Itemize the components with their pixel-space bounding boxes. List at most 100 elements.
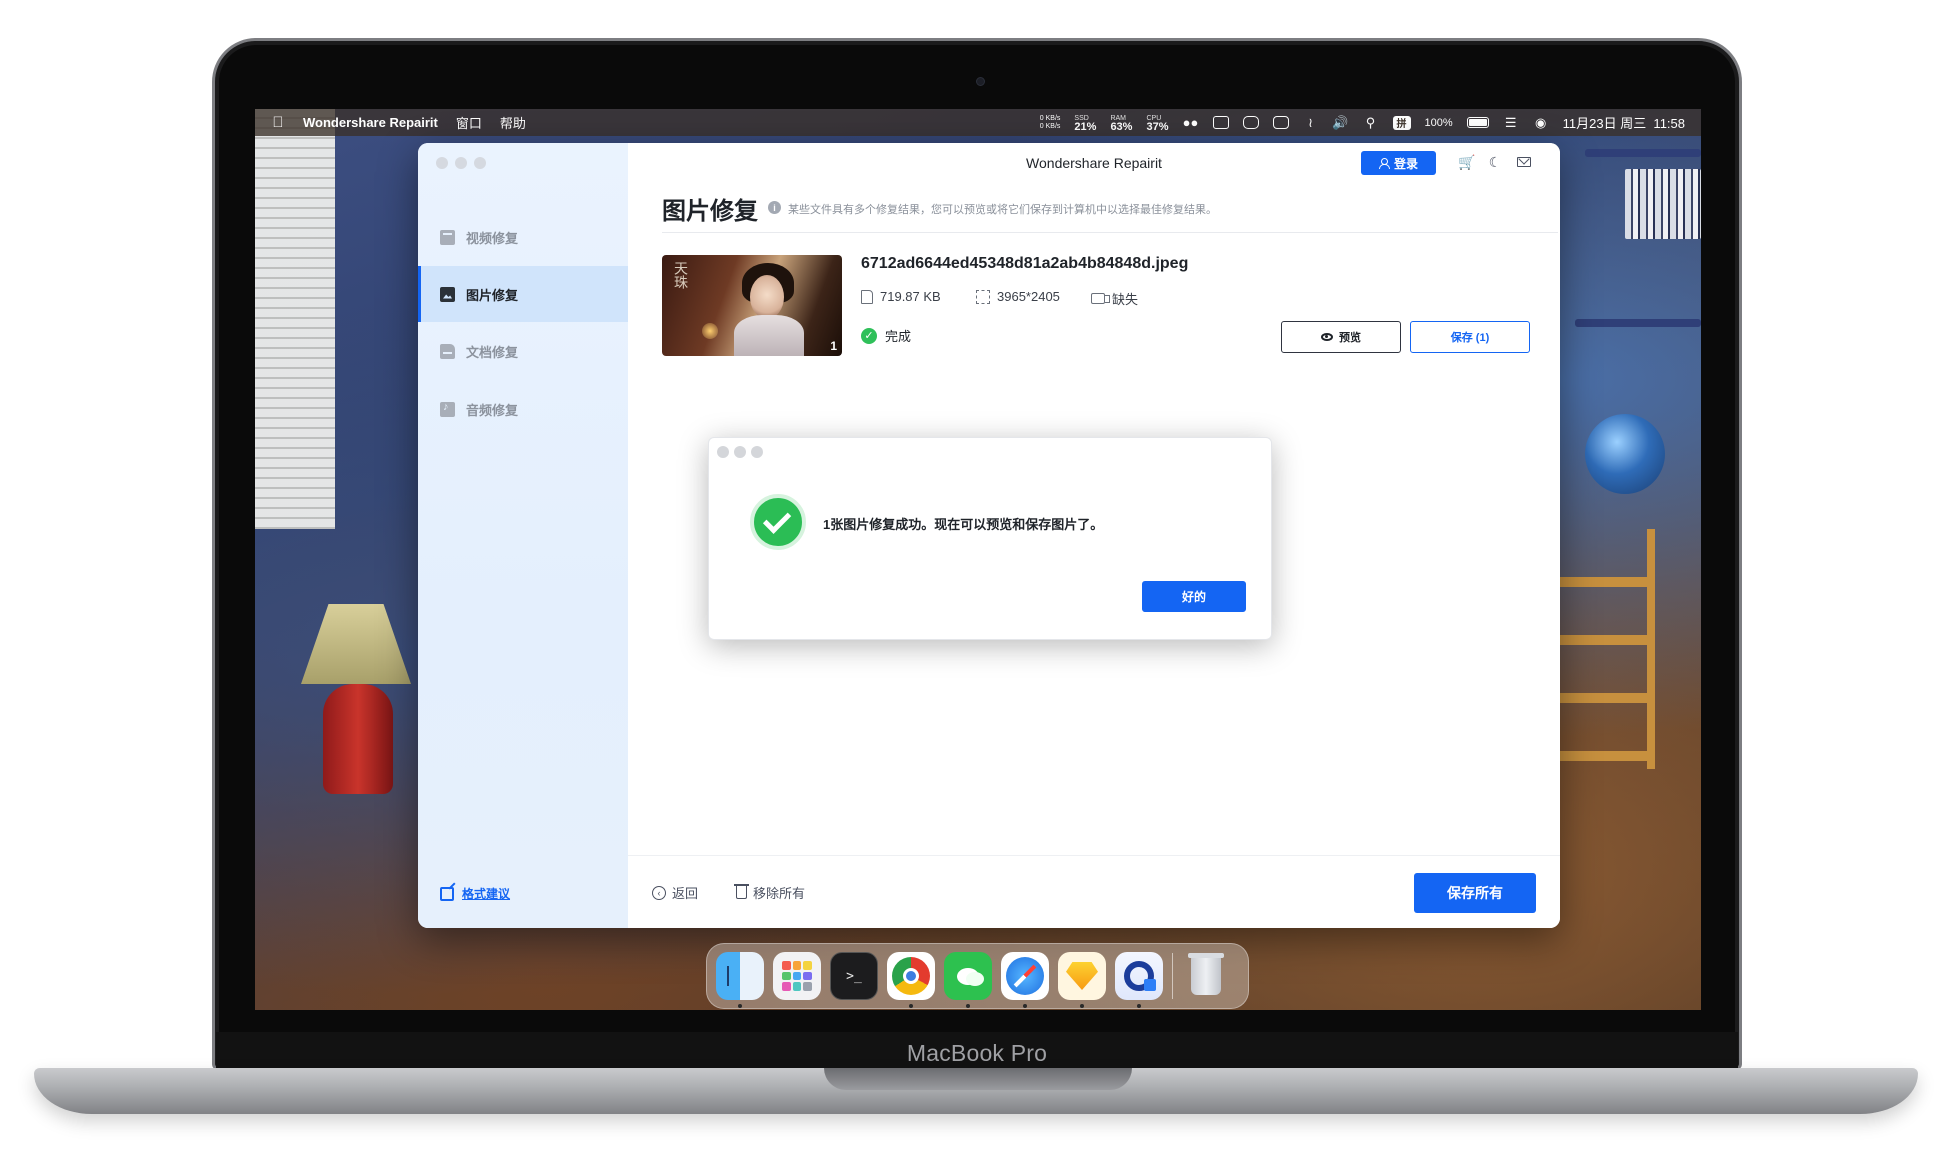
apple-menu-icon[interactable]:  [271,114,285,131]
mail-icon[interactable] [1515,153,1533,171]
volume-icon[interactable]: 🔊 [1332,115,1348,130]
clipboard-icon[interactable] [1242,116,1259,130]
menu-app-name[interactable]: Wondershare Repairit [303,115,438,130]
battery-icon[interactable] [1466,117,1489,128]
launchpad-icon[interactable] [773,952,821,1000]
network-speed[interactable]: 0 KB/s 0 KB/s [1040,115,1061,131]
control-center-icon[interactable]: ☰ [1503,115,1519,130]
footer-divider [628,855,1560,856]
spotlight-search-icon[interactable]: ⚲ [1363,115,1379,130]
wallpaper-ladder [1545,529,1655,769]
user-icon [1378,157,1390,169]
login-button[interactable]: 登录 [1361,151,1436,175]
thumbnail-art [734,315,804,356]
sketch-icon[interactable] [1058,952,1106,1008]
title-divider [662,232,1558,233]
ssd-stat[interactable]: SSD 21% [1074,114,1097,133]
wallpaper-lamp-shade [301,604,411,684]
laptop-chin: MacBook Pro [216,1032,1738,1070]
back-arrow-icon: ‹ [652,885,666,900]
eye-icon [1321,333,1333,341]
check-circle-icon: ✓ [861,327,877,344]
video-repair-icon [440,229,455,245]
save-all-button[interactable]: 保存所有 [1414,873,1536,913]
file-result-card: 天珠 1 6712ad6644ed45348d81a2ab4b84848d.jp… [662,255,1532,365]
net-down: 0 KB/s [1039,122,1061,130]
input-method-icon[interactable]: 拼 [1392,115,1411,130]
cpu-value: 37% [1146,120,1169,133]
save-file-button[interactable]: 保存 (1) [1410,321,1530,353]
ram-value: 63% [1110,120,1133,133]
success-dialog: 1张图片修复成功。现在可以预览和保存图片了。 好的 [708,437,1272,640]
format-suggestion-label: 格式建议 [462,887,511,901]
minimize-window-button[interactable] [455,157,467,169]
trash-icon[interactable] [1182,952,1230,1000]
wechat-icon[interactable] [944,952,992,1008]
preview-button[interactable]: 预览 [1281,321,1401,353]
wechat-menubar-icon[interactable]: ●● [1183,115,1199,130]
success-check-icon [750,494,806,550]
dialog-zoom-button[interactable] [751,446,763,458]
ssd-value: 21% [1074,120,1097,133]
menu-help[interactable]: 帮助 [500,113,526,132]
format-suggestion-link[interactable]: 格式建议 [440,885,510,902]
cpu-label: CPU [1146,114,1162,122]
thumbnail-art [702,323,718,339]
file-name: 6712ad6644ed45348d81a2ab4b84848d.jpeg [861,255,1189,272]
battery-percent[interactable]: 100% [1425,117,1453,129]
device-label: MacBook Pro [906,1040,1048,1066]
chrome-icon[interactable] [887,952,935,1008]
wallpaper-window-blind [255,109,335,529]
dock: >_ [706,943,1249,1009]
info-icon: i [768,201,781,214]
menu-bar:  Wondershare Repairit 窗口 帮助 0 KB/s 0 KB… [255,109,1701,136]
sidebar-item-image-repair[interactable]: 图片修复 [418,266,628,322]
wallpaper-lamp-body [323,684,393,794]
thumbnail-art [750,275,784,319]
cart-icon[interactable]: 🛒 [1458,153,1476,171]
document-repair-icon [440,343,455,359]
screen-mirror-icon[interactable] [1212,116,1229,130]
back-button[interactable]: ‹ 返回 [652,883,698,902]
file-size: 719.87 KB [861,289,941,304]
dialog-close-button[interactable] [717,446,729,458]
finder-icon[interactable] [716,952,764,1008]
zoom-window-button[interactable] [474,157,486,169]
ok-button[interactable]: 好的 [1142,581,1246,612]
terminal-icon[interactable]: >_ [830,952,878,1000]
sidebar-item-document-repair[interactable]: 文档修复 [418,323,628,379]
headset-support-icon[interactable]: ☾ [1486,153,1504,171]
remove-all-label: 移除所有 [753,886,806,901]
sidebar-item-video-repair[interactable]: 视频修复 [418,209,628,265]
sidebar: 视频修复 图片修复 文档修复 音频修复 格式建议 [418,143,628,928]
sidebar-item-label: 音频修复 [466,402,519,418]
remove-all-button[interactable]: 移除所有 [734,883,806,902]
menubar-clock[interactable]: 11月23日 周三 11:58 [1563,113,1685,132]
cpu-stat[interactable]: CPU 37% [1146,114,1169,133]
dialog-minimize-button[interactable] [734,446,746,458]
login-label: 登录 [1393,156,1418,171]
ram-stat[interactable]: RAM 63% [1110,114,1133,133]
close-window-button[interactable] [436,157,448,169]
wallpaper-shelf [1585,149,1701,157]
dock-separator [1172,953,1173,999]
wifi-icon[interactable]: ≀ [1303,115,1319,130]
image-repair-icon [440,286,455,302]
file-thumbnail[interactable]: 天珠 1 [662,255,842,356]
page-subtitle: 某些文件具有多个修复结果，您可以预览或将它们保存到计算机中以选择最佳修复结果。 [788,204,1217,216]
net-up: 0 KB/s [1039,114,1061,122]
trash-icon [734,884,749,899]
wallpaper-globe [1585,414,1665,494]
resolution-icon [976,289,990,304]
desktop-screen:  Wondershare Repairit 窗口 帮助 0 KB/s 0 KB… [255,109,1701,1010]
laptop-notch [824,1068,1132,1090]
sidebar-item-audio-repair[interactable]: 音频修复 [418,381,628,437]
ram-label: RAM [1110,114,1126,122]
safari-icon[interactable] [1001,952,1049,1008]
file-size-value: 719.87 KB [880,289,941,304]
menu-window[interactable]: 窗口 [456,113,482,132]
siri-icon[interactable]: ◉ [1533,115,1549,130]
window-controls [436,157,486,169]
repairit-icon[interactable] [1115,952,1163,1008]
photos-menubar-icon[interactable] [1272,116,1289,130]
